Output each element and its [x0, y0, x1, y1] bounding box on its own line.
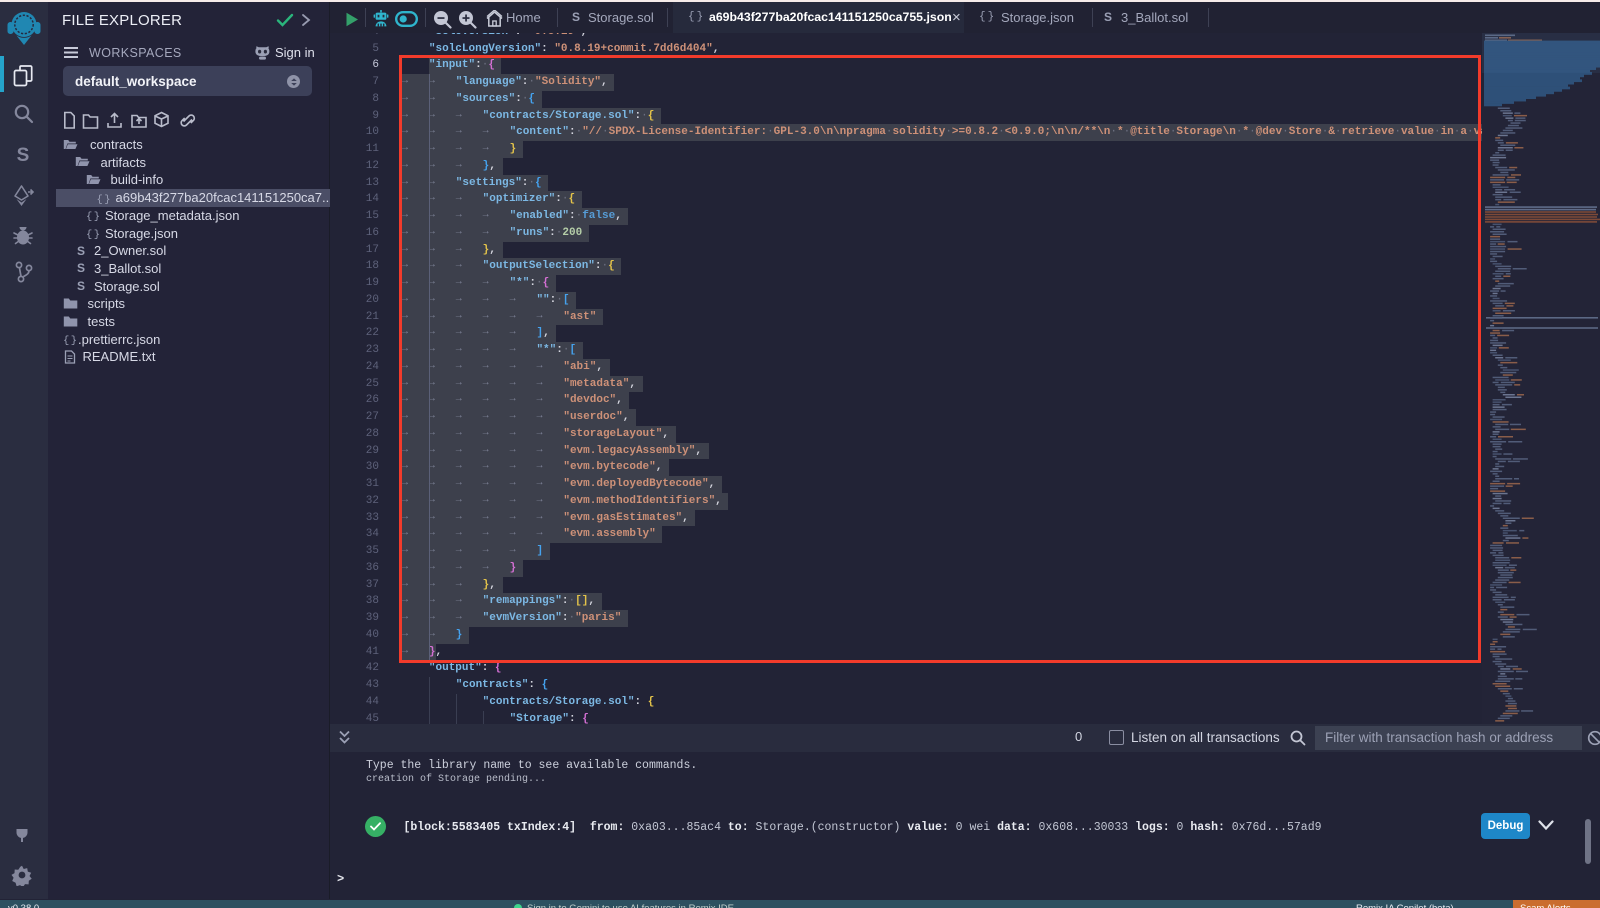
svg-text:S: S	[17, 145, 30, 166]
